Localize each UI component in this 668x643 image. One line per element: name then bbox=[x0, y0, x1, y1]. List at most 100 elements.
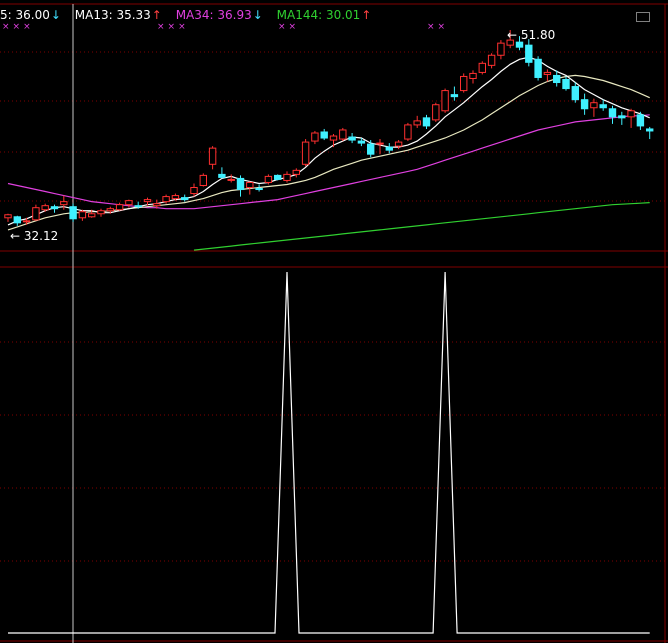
candle-body bbox=[311, 132, 319, 142]
candle-up bbox=[339, 127, 347, 142]
candle-up bbox=[469, 70, 477, 84]
candle-body bbox=[562, 78, 570, 90]
candle-down bbox=[348, 132, 356, 144]
candle-body bbox=[320, 131, 328, 139]
candle-body bbox=[413, 120, 421, 126]
candle-body bbox=[627, 110, 635, 118]
candle-body bbox=[469, 72, 477, 79]
indicator-line bbox=[8, 271, 650, 634]
candle-down bbox=[580, 93, 589, 115]
candle-up bbox=[543, 69, 552, 82]
candle-down bbox=[422, 114, 431, 129]
legend-ma13: MA13: 35.33 bbox=[74, 8, 151, 22]
candle-body bbox=[515, 41, 524, 48]
ma13-line bbox=[7, 74, 650, 231]
candle-down bbox=[69, 203, 77, 222]
candle-body bbox=[106, 208, 114, 212]
candle-down bbox=[450, 86, 459, 101]
candle-body bbox=[497, 42, 505, 56]
candle-down bbox=[525, 39, 533, 67]
candle-up bbox=[413, 115, 421, 128]
candle-down bbox=[534, 56, 542, 81]
candle-body bbox=[255, 188, 263, 191]
candle-down bbox=[608, 105, 617, 124]
ma144-line bbox=[193, 202, 650, 251]
candle-down bbox=[367, 140, 375, 158]
window-box-icon[interactable] bbox=[636, 12, 650, 22]
candle-body bbox=[13, 216, 22, 224]
signal-marks-4: ×× bbox=[427, 22, 449, 32]
candle-body bbox=[171, 195, 180, 200]
candle-body bbox=[208, 147, 217, 165]
legend-ma5: 5: 36.00 bbox=[0, 8, 50, 22]
candle-body bbox=[553, 74, 561, 84]
candle-up bbox=[404, 122, 412, 142]
candle-body bbox=[60, 201, 68, 206]
candle-up bbox=[478, 61, 487, 75]
candle-down bbox=[646, 126, 654, 140]
candle-body bbox=[571, 86, 579, 101]
candle-body bbox=[4, 214, 12, 219]
candle-body bbox=[50, 206, 59, 210]
candle-body bbox=[22, 220, 31, 223]
candle-down bbox=[385, 143, 394, 154]
candle-up bbox=[394, 140, 403, 150]
candle-body bbox=[543, 71, 552, 75]
candle-body bbox=[115, 204, 124, 211]
signal-marks-3: ×× bbox=[278, 22, 300, 32]
candle-up bbox=[283, 171, 291, 183]
candle-body bbox=[218, 173, 226, 178]
candle-down bbox=[50, 204, 59, 213]
candle-up bbox=[329, 134, 338, 148]
candle-body bbox=[618, 115, 626, 119]
candle-body bbox=[608, 108, 617, 118]
high-price-label: ← 51.80 bbox=[507, 28, 556, 42]
candle-down bbox=[13, 215, 22, 226]
candle-up bbox=[441, 88, 449, 113]
candle-body bbox=[404, 124, 412, 140]
candle-down bbox=[236, 175, 245, 197]
candle-body bbox=[143, 199, 152, 203]
candle-body bbox=[348, 136, 356, 141]
candle-down bbox=[571, 82, 579, 103]
signal-marks-2: ××× bbox=[157, 22, 189, 32]
candle-up bbox=[97, 208, 105, 217]
candle-body bbox=[460, 75, 468, 92]
candle-up bbox=[627, 108, 635, 128]
candle-body bbox=[134, 205, 142, 208]
candle-body bbox=[227, 178, 235, 181]
candle-body bbox=[283, 173, 291, 181]
candle-body bbox=[69, 206, 77, 220]
candle-body bbox=[292, 169, 301, 175]
candle-up bbox=[227, 174, 235, 183]
candle-body bbox=[422, 117, 431, 127]
signal-marks-1: ××× bbox=[2, 22, 34, 32]
candle-body bbox=[599, 104, 607, 109]
candle-body bbox=[580, 99, 589, 110]
candle-down bbox=[562, 76, 570, 91]
candle-body bbox=[636, 114, 645, 127]
candle-up bbox=[190, 183, 198, 197]
candle-up bbox=[497, 40, 505, 60]
candle-down bbox=[636, 111, 645, 130]
candle-body bbox=[590, 102, 598, 109]
candle-up bbox=[460, 73, 468, 93]
candle-body bbox=[190, 187, 198, 195]
candle-up bbox=[376, 139, 384, 155]
candle-body bbox=[41, 205, 49, 211]
candle-body bbox=[181, 197, 189, 201]
candle-up bbox=[32, 204, 40, 221]
candle-up bbox=[199, 173, 208, 187]
legend-ma144: MA144: 30.01 bbox=[276, 8, 361, 22]
candle-up bbox=[432, 102, 440, 122]
ma34-line bbox=[7, 114, 650, 210]
candle-body bbox=[78, 211, 87, 219]
candle-body bbox=[394, 141, 403, 147]
candle-body bbox=[301, 141, 310, 165]
chart-canvas[interactable] bbox=[0, 0, 668, 643]
candle-body bbox=[125, 200, 133, 206]
candle-body bbox=[357, 140, 366, 144]
candle-body bbox=[367, 143, 375, 155]
candle-body bbox=[264, 175, 273, 183]
ma34-arrow-icon: ↓ bbox=[252, 8, 263, 22]
